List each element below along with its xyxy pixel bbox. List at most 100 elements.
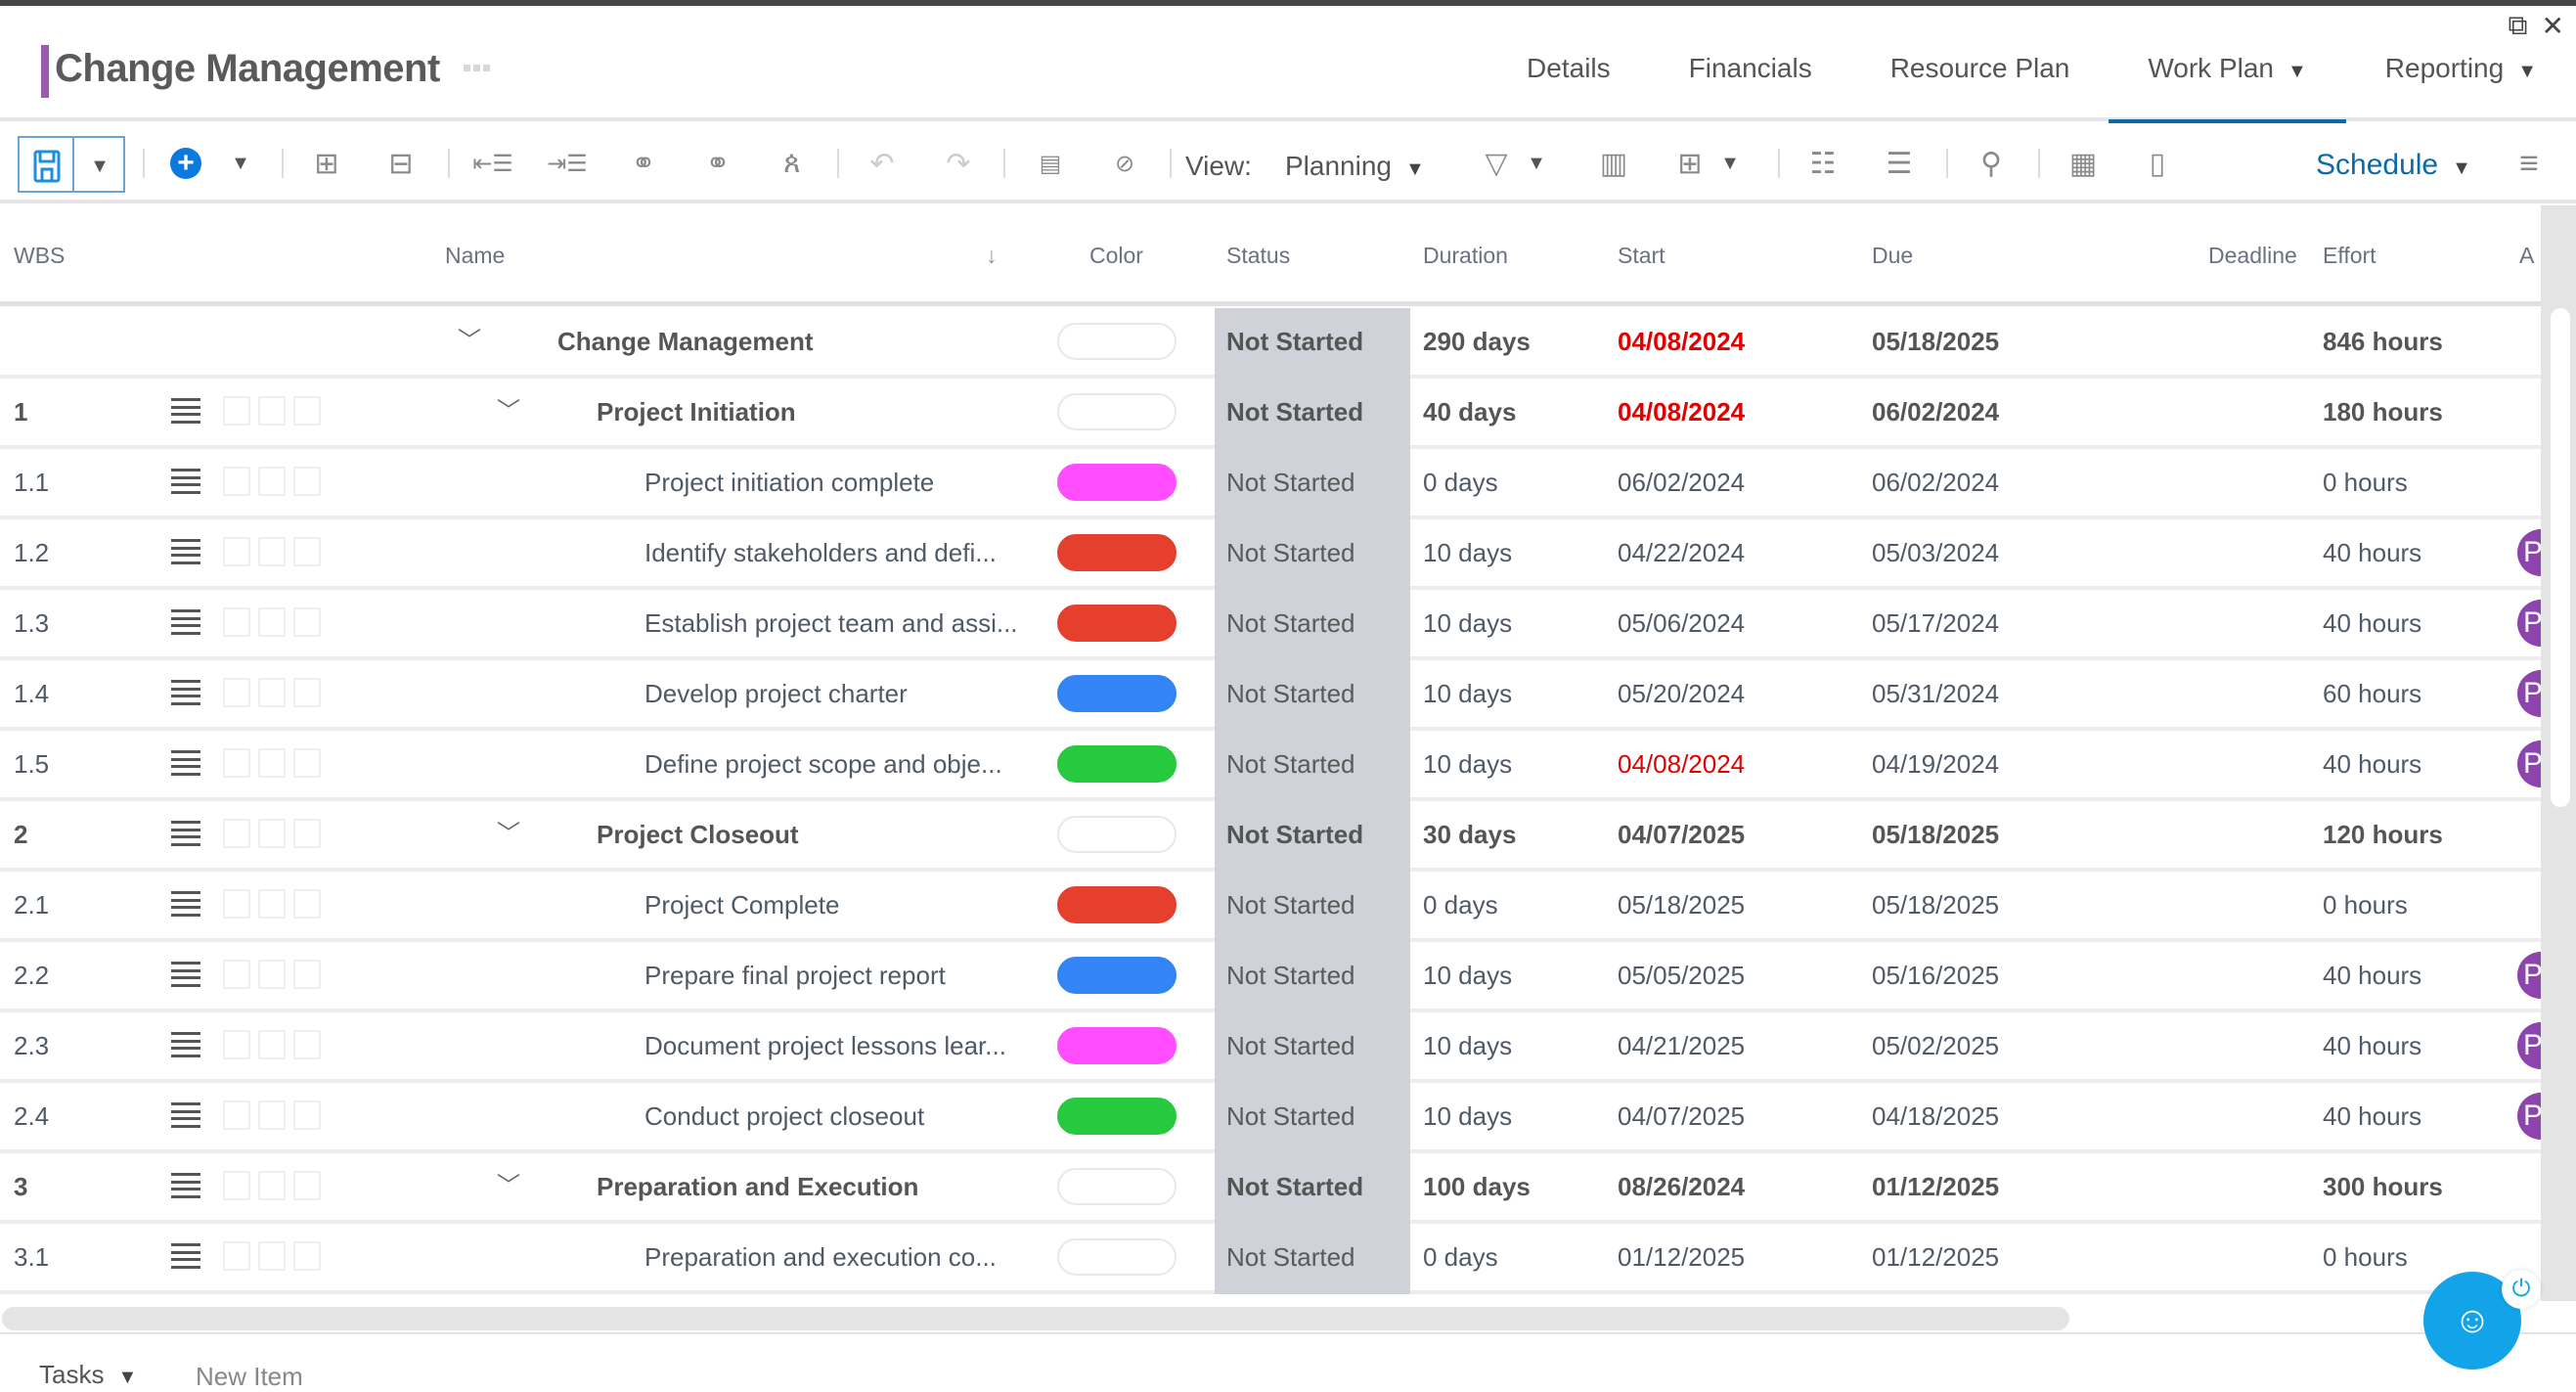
calculator-icon[interactable]: ▯	[2136, 137, 2179, 190]
tab-details[interactable]: Details	[1488, 53, 1650, 121]
effort-cell[interactable]: 40 hours	[2323, 942, 2421, 1009]
status-cell[interactable]: Not Started	[1215, 660, 1410, 731]
start-date-cell[interactable]: 05/18/2025	[1618, 872, 1745, 938]
start-date-cell[interactable]: 01/12/2025	[1618, 1224, 1745, 1290]
table-row[interactable]: 1.4 Develop project charter Not Started 10 …	[0, 660, 2564, 731]
row-menu-icon[interactable]	[171, 1243, 200, 1269]
task-name-cell[interactable]: Change Management	[557, 308, 814, 375]
task-name-cell[interactable]: Preparation and execution co...	[644, 1224, 997, 1290]
duration-cell[interactable]: 10 days	[1423, 731, 1512, 797]
row-menu-icon[interactable]	[171, 962, 200, 987]
hamburger-menu-icon[interactable]: ≡	[2509, 137, 2549, 190]
effort-cell[interactable]: 40 hours	[2323, 1083, 2421, 1149]
duration-cell[interactable]: 30 days	[1423, 801, 1516, 868]
color-swatch[interactable]	[1057, 886, 1177, 923]
effort-cell[interactable]: 180 hours	[2323, 379, 2443, 445]
column-header-due[interactable]: Due	[1872, 243, 1913, 269]
task-name-cell[interactable]: Define project scope and obje...	[644, 731, 1002, 797]
column-header-start[interactable]: Start	[1618, 243, 1666, 269]
task-name-cell[interactable]: Document project lessons lear...	[644, 1012, 1006, 1079]
due-date-cell[interactable]: 06/02/2024	[1872, 449, 1999, 516]
effort-cell[interactable]: 0 hours	[2323, 449, 2408, 516]
status-cell[interactable]: Not Started	[1215, 519, 1410, 590]
effort-cell[interactable]: 60 hours	[2323, 660, 2421, 727]
task-name-cell[interactable]: Identify stakeholders and defi...	[644, 519, 997, 586]
task-name-cell[interactable]: Prepare final project report	[644, 942, 946, 1009]
effort-cell[interactable]: 846 hours	[2323, 308, 2443, 375]
due-date-cell[interactable]: 05/31/2024	[1872, 660, 1999, 727]
color-swatch[interactable]	[1057, 675, 1177, 712]
color-swatch[interactable]	[1057, 1168, 1177, 1205]
start-date-cell[interactable]: 04/08/2024	[1618, 308, 1745, 375]
duration-cell[interactable]: 290 days	[1423, 308, 1531, 375]
start-date-cell[interactable]: 06/02/2024	[1618, 449, 1745, 516]
effort-cell[interactable]: 40 hours	[2323, 1012, 2421, 1079]
color-swatch[interactable]	[1057, 1098, 1177, 1135]
checklist-icon[interactable]: ⊘	[1103, 137, 1146, 190]
table-row[interactable]: 1.1 Project initiation complete Not Starte…	[0, 449, 2541, 519]
table-row[interactable]: 1.2 Identify stakeholders and defi... Not …	[0, 519, 2564, 590]
duration-cell[interactable]: 100 days	[1423, 1153, 1531, 1220]
table-row[interactable]: 2.2 Prepare final project report Not Start…	[0, 942, 2564, 1012]
column-header-effort[interactable]: Effort	[2323, 243, 2376, 269]
expand-all-icon[interactable]: ⊞	[307, 137, 346, 190]
color-swatch[interactable]	[1057, 534, 1177, 571]
power-icon[interactable]: ⏻	[2502, 1270, 2541, 1309]
row-menu-icon[interactable]	[171, 1102, 200, 1128]
color-swatch[interactable]	[1057, 605, 1177, 642]
status-cell[interactable]: Not Started	[1215, 449, 1410, 519]
task-name-cell[interactable]: Preparation and Execution	[597, 1153, 918, 1220]
duration-cell[interactable]: 0 days	[1423, 872, 1498, 938]
due-date-cell[interactable]: 05/02/2025	[1872, 1012, 1999, 1079]
column-header-color[interactable]: Color	[1089, 243, 1143, 269]
table-row[interactable]: 1 ﹀ Project Initiation Not Started 40 days 04…	[0, 379, 2541, 449]
column-header-assigned[interactable]: A	[2519, 243, 2534, 269]
duration-cell[interactable]: 40 days	[1423, 379, 1516, 445]
duration-cell[interactable]: 0 days	[1423, 449, 1498, 516]
task-name-cell[interactable]: Project initiation complete	[644, 449, 934, 516]
calendar-icon[interactable]: ▦	[2062, 137, 2105, 190]
undo-icon[interactable]: ↶	[861, 137, 904, 190]
table-row[interactable]: 2 ﹀ Project Closeout Not Started 30 days 04/0…	[0, 801, 2541, 872]
due-date-cell[interactable]: 05/16/2025	[1872, 942, 1999, 1009]
table-row[interactable]: 2.3 Document project lessons lear... Not S…	[0, 1012, 2564, 1083]
duration-cell[interactable]: 10 days	[1423, 942, 1512, 1009]
color-swatch[interactable]	[1057, 464, 1177, 501]
table-row[interactable]: ﹀ Change Management Not Started 290 days 04/…	[0, 308, 2541, 379]
collapse-chevron-icon[interactable]: ﹀	[497, 379, 520, 445]
color-swatch[interactable]	[1057, 393, 1177, 430]
effort-cell[interactable]: 40 hours	[2323, 731, 2421, 797]
dependency-plug-icon[interactable]: ⚲	[1970, 137, 2013, 190]
filter-icon[interactable]: ▽	[1475, 137, 1518, 190]
status-cell[interactable]: Not Started	[1215, 1083, 1410, 1153]
row-menu-icon[interactable]	[171, 1173, 200, 1198]
due-date-cell[interactable]: 04/18/2025	[1872, 1083, 1999, 1149]
column-header-duration[interactable]: Duration	[1423, 243, 1508, 269]
task-name-cell[interactable]: Conduct project closeout	[644, 1083, 924, 1149]
duration-cell[interactable]: 10 days	[1423, 1012, 1512, 1079]
table-row[interactable]: 3 ﹀ Preparation and Execution Not Started 10…	[0, 1153, 2541, 1224]
status-cell[interactable]: Not Started	[1215, 731, 1410, 801]
task-name-cell[interactable]: Project Initiation	[597, 379, 796, 445]
due-date-cell[interactable]: 04/19/2024	[1872, 731, 1999, 797]
status-cell[interactable]: Not Started	[1215, 872, 1410, 942]
grid-layout-icon[interactable]: ⊞	[1668, 137, 1711, 190]
columns-icon[interactable]: ▥	[1592, 137, 1635, 190]
effort-cell[interactable]: 40 hours	[2323, 519, 2421, 586]
task-list-icon[interactable]: ☰	[1878, 137, 1921, 190]
table-row[interactable]: 2.4 Conduct project closeout Not Started 10…	[0, 1083, 2564, 1153]
start-date-cell[interactable]: 05/05/2025	[1618, 942, 1745, 1009]
task-name-cell[interactable]: Project Complete	[644, 872, 839, 938]
link-icon[interactable]: ⚭	[622, 137, 665, 190]
start-date-cell[interactable]: 04/22/2024	[1618, 519, 1745, 586]
save-icon[interactable]	[27, 140, 67, 193]
tab-reporting[interactable]: Reporting ▼	[2346, 53, 2576, 121]
add-dropdown-caret[interactable]: ▼	[221, 137, 260, 190]
sort-desc-icon[interactable]: ↓	[986, 243, 998, 269]
horizontal-scrollbar[interactable]	[2, 1307, 2069, 1330]
due-date-cell[interactable]: 01/12/2025	[1872, 1153, 1999, 1220]
vertical-scrollbar-thumb[interactable]	[2551, 308, 2570, 807]
row-menu-icon[interactable]	[171, 750, 200, 776]
status-cell[interactable]: Not Started	[1215, 1012, 1410, 1083]
effort-cell[interactable]: 0 hours	[2323, 1224, 2408, 1290]
